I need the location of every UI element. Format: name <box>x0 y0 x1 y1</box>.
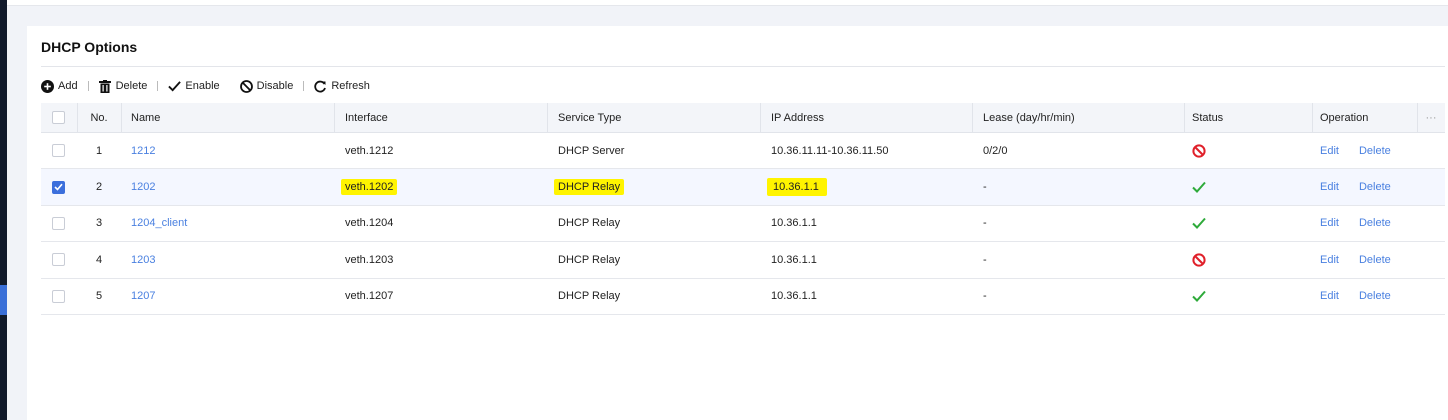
dhcp-options-panel: DHCP Options Add Delete Enable Disable R… <box>27 26 1448 420</box>
select-all-checkbox[interactable] <box>52 111 65 124</box>
toolbar: Add Delete Enable Disable Refresh <box>41 77 370 95</box>
row-checkbox[interactable] <box>52 289 65 303</box>
status-enabled-icon <box>1192 289 1206 303</box>
row-ip-address: 10.36.1.1 <box>767 178 827 197</box>
row-service-type: DHCP Relay <box>554 179 625 196</box>
row-lease: 0/2/0 <box>983 144 1008 157</box>
row-ip-address: 10.36.11.11-10.36.11.50 <box>771 144 889 157</box>
row-ip-address: 10.36.1.1 <box>771 290 817 303</box>
row-interface: veth.1207 <box>345 290 394 303</box>
row-interface: veth.1212 <box>345 144 394 157</box>
disable-label: Disable <box>256 80 294 92</box>
status-enabled-icon <box>1192 180 1206 194</box>
row-interface: veth.1204 <box>345 217 394 230</box>
row-name-link[interactable]: 1202 <box>131 181 155 193</box>
table-row: 1 1212 veth.1212 DHCP Server 10.36.11.11… <box>41 133 1445 170</box>
row-checkbox[interactable] <box>52 216 65 230</box>
row-no: 2 <box>95 181 103 194</box>
delete-link[interactable]: Delete <box>1359 290 1391 302</box>
col-header-ip-address[interactable]: IP Address <box>760 103 972 132</box>
row-service-type: DHCP Relay <box>558 253 621 266</box>
toolbar-separator <box>87 81 89 91</box>
toolbar-separator <box>157 81 159 91</box>
row-checkbox[interactable] <box>52 144 65 158</box>
row-name-link[interactable]: 1212 <box>131 145 155 157</box>
row-lease: - <box>983 253 987 266</box>
col-header-no: No. <box>77 103 121 132</box>
row-ip-address: 10.36.1.1 <box>771 217 817 230</box>
row-no: 1 <box>95 144 103 157</box>
toolbar-separator <box>303 81 305 91</box>
edit-link[interactable]: Edit <box>1320 290 1339 302</box>
row-no: 5 <box>95 290 103 303</box>
table-header: No. Name Interface Service Type IP Addre… <box>41 103 1445 133</box>
row-no: 4 <box>95 253 103 266</box>
left-nav-strip <box>0 0 7 420</box>
check-icon <box>168 80 182 93</box>
row-lease: - <box>983 181 987 194</box>
enable-label: Enable <box>185 80 220 92</box>
edit-link[interactable]: Edit <box>1320 181 1339 193</box>
delete-link[interactable]: Delete <box>1359 181 1391 193</box>
row-interface: veth.1203 <box>345 253 394 266</box>
page-title: DHCP Options <box>41 39 138 55</box>
plus-circle-icon <box>41 79 54 93</box>
refresh-button[interactable]: Refresh <box>314 77 370 95</box>
row-name-link[interactable]: 1203 <box>131 254 155 266</box>
status-enabled-icon <box>1192 216 1206 230</box>
row-lease: - <box>983 217 987 230</box>
refresh-icon <box>314 80 327 93</box>
table-row: 2 1202 veth.1202 DHCP Relay 10.36.1.1 - … <box>41 169 1445 206</box>
row-service-type: DHCP Server <box>558 144 625 157</box>
edit-link[interactable]: Edit <box>1320 145 1339 157</box>
row-checkbox[interactable] <box>52 180 65 194</box>
table-row: 5 1207 veth.1207 DHCP Relay 10.36.1.1 - … <box>41 279 1445 315</box>
add-label: Add <box>58 80 78 92</box>
table-row: 3 1204_client veth.1204 DHCP Relay 10.36… <box>41 206 1445 243</box>
top-bar <box>7 0 1448 6</box>
col-header-status[interactable]: Status <box>1184 103 1312 132</box>
row-service-type: DHCP Relay <box>558 290 621 303</box>
row-checkbox[interactable] <box>52 253 65 267</box>
col-header-lease[interactable]: Lease (day/hr/min) <box>972 103 1184 132</box>
delete-label: Delete <box>115 80 148 92</box>
status-disabled-icon <box>1192 253 1206 267</box>
title-divider <box>41 66 1445 67</box>
col-header-operation: Operation <box>1312 103 1417 132</box>
delete-button[interactable]: Delete <box>99 77 148 95</box>
dhcp-options-table: No. Name Interface Service Type IP Addre… <box>41 103 1445 315</box>
row-lease: - <box>983 290 987 303</box>
delete-link[interactable]: Delete <box>1359 254 1391 266</box>
col-header-service-type[interactable]: Service Type <box>547 103 760 132</box>
disable-button[interactable]: Disable <box>239 77 294 95</box>
column-settings-more-icon[interactable]: ··· <box>1417 103 1445 132</box>
nav-active-indicator <box>0 285 7 315</box>
row-service-type: DHCP Relay <box>558 217 621 230</box>
row-no: 3 <box>95 217 103 230</box>
row-interface: veth.1202 <box>341 179 398 196</box>
edit-link[interactable]: Edit <box>1320 254 1339 266</box>
trash-icon <box>99 79 112 93</box>
add-button[interactable]: Add <box>41 77 78 95</box>
select-all-cell <box>41 103 77 132</box>
edit-link[interactable]: Edit <box>1320 217 1339 229</box>
col-header-interface[interactable]: Interface <box>334 103 547 132</box>
status-disabled-icon <box>1192 144 1206 158</box>
enable-button[interactable]: Enable <box>168 77 220 95</box>
row-name-link[interactable]: 1207 <box>131 290 155 302</box>
delete-link[interactable]: Delete <box>1359 145 1391 157</box>
ban-icon <box>239 79 253 93</box>
row-name-link[interactable]: 1204_client <box>131 217 187 229</box>
col-header-name[interactable]: Name <box>121 103 334 132</box>
refresh-label: Refresh <box>331 80 370 92</box>
table-row: 4 1203 veth.1203 DHCP Relay 10.36.1.1 - … <box>41 242 1445 279</box>
row-ip-address: 10.36.1.1 <box>771 253 817 266</box>
delete-link[interactable]: Delete <box>1359 217 1391 229</box>
